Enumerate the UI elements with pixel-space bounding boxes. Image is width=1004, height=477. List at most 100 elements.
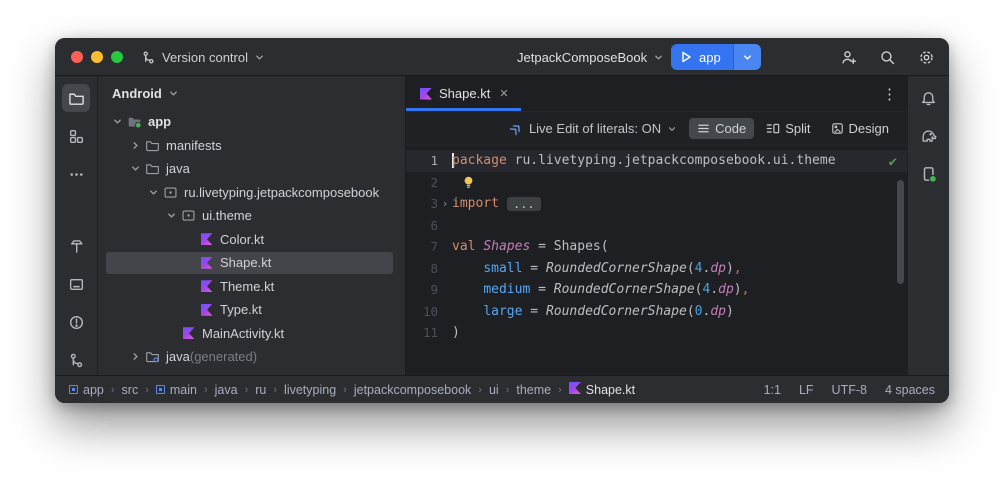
gutter[interactable]: 9	[406, 282, 452, 297]
status-widget-lf[interactable]: LF	[799, 383, 814, 397]
line-number[interactable]: 2	[406, 175, 438, 190]
gutter[interactable]: 8	[406, 261, 452, 276]
problems-icon[interactable]	[62, 308, 90, 336]
line-number[interactable]: 11	[406, 325, 438, 340]
live-edit-dropdown[interactable]: Live Edit of literals: ON	[509, 121, 677, 136]
code-line-2[interactable]: 2	[406, 172, 907, 194]
gutter[interactable]: 3›	[406, 196, 452, 211]
gutter[interactable]: 2	[406, 175, 452, 190]
line-number[interactable]: 8	[406, 261, 438, 276]
close-window-button[interactable]	[71, 51, 83, 63]
code-text[interactable]: medium = RoundedCornerShape(4.dp),	[452, 282, 749, 297]
chevron-down-icon[interactable]	[144, 187, 162, 198]
run-button[interactable]: app	[671, 44, 733, 70]
version-control-branch-icon[interactable]	[62, 346, 90, 374]
tree-item-theme-kt[interactable]: Theme.kt	[98, 275, 405, 299]
gutter[interactable]: 11	[406, 325, 452, 340]
code-text[interactable]: small = RoundedCornerShape(4.dp),	[452, 261, 742, 276]
breadcrumb-app[interactable]: app	[69, 383, 104, 397]
search-icon[interactable]	[879, 49, 896, 66]
breadcrumb-src[interactable]: src	[122, 383, 139, 397]
tree-item-mainactivity-kt[interactable]: MainActivity.kt	[98, 322, 405, 346]
tree-item-type-kt[interactable]: Type.kt	[98, 298, 405, 322]
code-line-3[interactable]: 3›import...	[406, 193, 907, 215]
tree-item-ui-theme[interactable]: ui.theme	[98, 204, 405, 228]
inspection-ok-icon[interactable]: ✔	[889, 154, 897, 170]
run-config-dropdown[interactable]	[733, 44, 761, 70]
project-view-selector[interactable]: Android	[98, 76, 405, 110]
minimize-window-button[interactable]	[91, 51, 103, 63]
project-folder-icon[interactable]	[62, 84, 90, 112]
code-line-7[interactable]: 7 val Shapes = Shapes(	[406, 236, 907, 258]
chevron-right-icon[interactable]	[126, 351, 144, 362]
zoom-window-button[interactable]	[111, 51, 123, 63]
intention-bulb-icon[interactable]	[462, 175, 475, 190]
code-line-11[interactable]: 11)	[406, 322, 907, 344]
breadcrumb-theme[interactable]: theme	[516, 383, 551, 397]
tree-item-app[interactable]: app	[98, 110, 405, 134]
breadcrumb-jetpackcomposebook[interactable]: jetpackcomposebook	[354, 383, 471, 397]
editor-mode-design[interactable]: Design	[823, 118, 897, 139]
gutter[interactable]: 7	[406, 239, 452, 254]
code-text[interactable]	[452, 175, 475, 190]
tree-item-manifests[interactable]: manifests	[98, 134, 405, 158]
gutter[interactable]: 6	[406, 218, 452, 233]
version-control-menu[interactable]: Version control	[141, 38, 265, 76]
line-number[interactable]: 1	[406, 153, 438, 168]
tree-item-shape-kt[interactable]: Shape.kt	[98, 251, 405, 275]
tree-item-ru-livetyping-jetpackcomposebook[interactable]: ru.livetyping.jetpackcomposebook	[98, 181, 405, 205]
breadcrumb-livetyping[interactable]: livetyping	[284, 383, 336, 397]
tree-item-java[interactable]: java (generated)	[98, 345, 405, 369]
breadcrumb-main[interactable]: main	[156, 383, 197, 397]
editor-mode-split[interactable]: Split	[758, 118, 818, 139]
code-text[interactable]: import...	[452, 196, 541, 211]
tab-options-menu-icon[interactable]: ⋮	[882, 76, 897, 112]
code-text[interactable]: package ru.livetyping.jetpackcomposebook…	[452, 153, 836, 168]
code-text[interactable]: large = RoundedCornerShape(0.dp)	[452, 304, 734, 319]
code-text[interactable]: )	[452, 325, 460, 340]
chevron-right-icon[interactable]	[126, 140, 144, 151]
code-line-8[interactable]: 8 small = RoundedCornerShape(4.dp),	[406, 258, 907, 280]
running-devices-phone-icon[interactable]	[915, 160, 943, 188]
settings-gear-icon[interactable]	[918, 49, 935, 66]
notifications-bell-icon[interactable]	[915, 84, 943, 112]
gutter[interactable]: 10	[406, 304, 452, 319]
code-text[interactable]: val Shapes = Shapes(	[452, 239, 609, 254]
close-tab-icon[interactable]: ✕	[499, 87, 508, 100]
tree-item-color-kt[interactable]: Color.kt	[98, 228, 405, 252]
editor-mode-code[interactable]: Code	[689, 118, 754, 139]
editor-scrollbar[interactable]	[897, 180, 904, 284]
structure-icon[interactable]	[62, 122, 90, 150]
more-icon[interactable]	[62, 160, 90, 188]
breadcrumb-shape-kt[interactable]: Shape.kt	[569, 382, 635, 397]
add-user-icon[interactable]	[840, 49, 857, 66]
code-line-1[interactable]: 1 package ru.livetyping.jetpackcomposeboo…	[406, 150, 907, 172]
code-line-6[interactable]: 6	[406, 215, 907, 237]
code-editor[interactable]: 1 package ru.livetyping.jetpackcomposeboo…	[406, 146, 907, 375]
device-frame-icon[interactable]	[62, 270, 90, 298]
line-number[interactable]: 7	[406, 239, 438, 254]
project-title-menu[interactable]: JetpackComposeBook	[517, 38, 664, 76]
line-number[interactable]: 6	[406, 218, 438, 233]
line-number[interactable]: 9	[406, 282, 438, 297]
editor-tab-shape-kt[interactable]: Shape.kt ✕	[406, 76, 521, 111]
breadcrumb-ru[interactable]: ru	[255, 383, 266, 397]
gradle-elephant-icon[interactable]	[915, 122, 943, 150]
code-line-9[interactable]: 9 medium = RoundedCornerShape(4.dp),	[406, 279, 907, 301]
status-widget-utf-8[interactable]: UTF-8	[832, 383, 867, 397]
gutter[interactable]: 1	[406, 153, 452, 168]
breadcrumb-ui[interactable]: ui	[489, 383, 499, 397]
chevron-down-icon[interactable]	[162, 210, 180, 221]
tree-item-java[interactable]: java	[98, 157, 405, 181]
line-number[interactable]: 10	[406, 304, 438, 319]
breadcrumb-java[interactable]: java	[215, 383, 238, 397]
chevron-down-icon[interactable]	[108, 116, 126, 127]
status-widget-1-1[interactable]: 1:1	[764, 383, 781, 397]
status-widget-4-spaces[interactable]: 4 spaces	[885, 383, 935, 397]
chevron-down-icon[interactable]	[126, 163, 144, 174]
line-number[interactable]: 3	[406, 196, 438, 211]
code-line-10[interactable]: 10 large = RoundedCornerShape(0.dp)	[406, 301, 907, 323]
build-hammer-icon[interactable]	[62, 232, 90, 260]
fold-arrow-icon[interactable]: ›	[438, 197, 452, 210]
folded-region[interactable]: ...	[507, 197, 541, 211]
